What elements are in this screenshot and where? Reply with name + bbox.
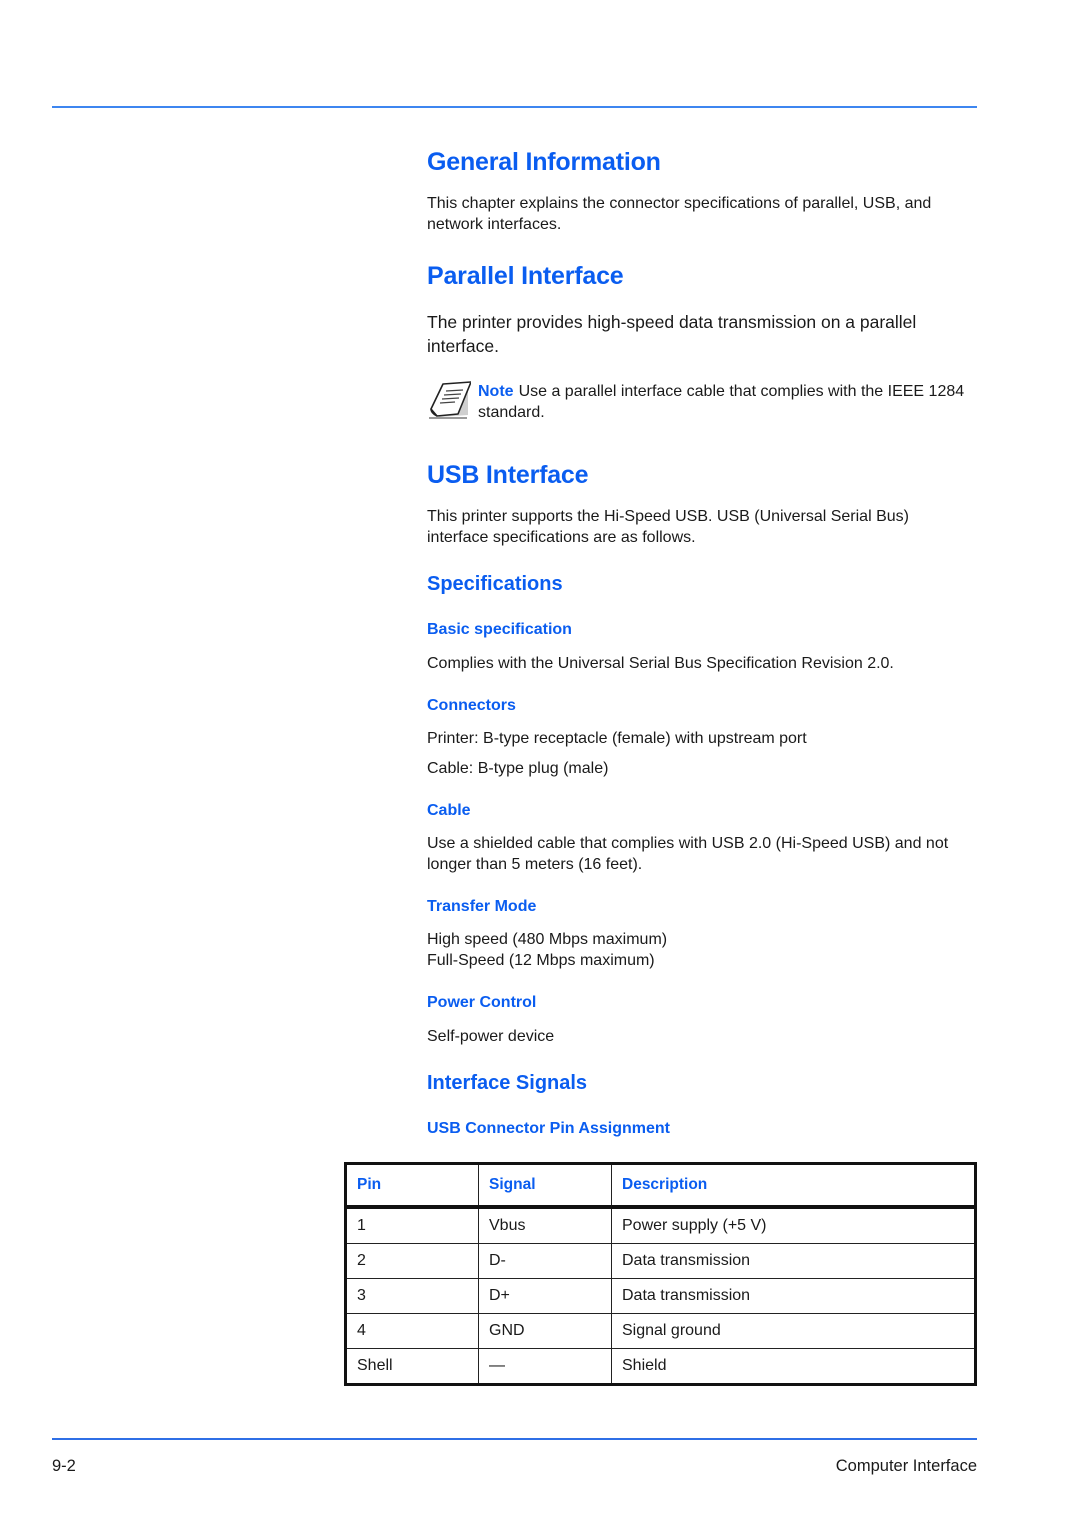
cell-description: Signal ground bbox=[611, 1313, 976, 1349]
cell-description: Power supply (+5 V) bbox=[611, 1206, 976, 1244]
cell-pin: 1 bbox=[345, 1206, 479, 1244]
footer-rule bbox=[52, 1438, 977, 1440]
table-row: 1 Vbus Power supply (+5 V) bbox=[345, 1206, 976, 1244]
cell-pin: Shell bbox=[345, 1348, 479, 1385]
cell-signal: GND bbox=[478, 1313, 612, 1349]
heading-usb-interface: USB Interface bbox=[427, 461, 589, 489]
heading-parallel-interface: Parallel Interface bbox=[427, 262, 624, 290]
note-text: Note Use a parallel interface cable that … bbox=[478, 381, 978, 423]
cell-description: Shield bbox=[611, 1348, 976, 1385]
basic-specification-body: Complies with the Universal Serial Bus S… bbox=[427, 655, 894, 672]
connectors-printer: Printer: B-type receptacle (female) with… bbox=[427, 730, 807, 747]
transfer-mode-high-speed: High speed (480 Mbps maximum) bbox=[427, 931, 668, 948]
heading-specifications: Specifications bbox=[427, 573, 563, 595]
cell-signal: — bbox=[478, 1348, 612, 1385]
heading-power-control: Power Control bbox=[427, 994, 537, 1011]
heading-connectors: Connectors bbox=[427, 697, 516, 714]
heading-general-information: General Information bbox=[427, 148, 661, 176]
power-control-body: Self-power device bbox=[427, 1028, 555, 1045]
note-paper-icon bbox=[427, 379, 472, 421]
chapter-title: Computer Interface bbox=[835, 1457, 977, 1475]
cell-signal: D- bbox=[478, 1243, 612, 1279]
note-body: Use a parallel interface cable that comp… bbox=[478, 383, 965, 421]
heading-basic-specification: Basic specification bbox=[427, 621, 572, 638]
cable-body: Use a shielded cable that complies with … bbox=[427, 835, 949, 873]
cell-description: Data transmission bbox=[611, 1243, 976, 1279]
table-header-row: Pin Signal Description bbox=[345, 1163, 976, 1209]
cell-signal: D+ bbox=[478, 1278, 612, 1314]
heading-transfer-mode: Transfer Mode bbox=[427, 898, 537, 915]
header-rule bbox=[52, 106, 977, 108]
usb-interface-body: This printer supports the Hi-Speed USB. … bbox=[427, 508, 909, 546]
heading-interface-signals: Interface Signals bbox=[427, 1072, 588, 1094]
column-header-signal: Signal bbox=[478, 1163, 612, 1209]
note-label: Note bbox=[478, 383, 514, 400]
page-number: 9-2 bbox=[52, 1457, 76, 1475]
cell-signal: Vbus bbox=[478, 1206, 612, 1244]
usb-pin-assignment-table: Pin Signal Description 1 Vbus Power supp… bbox=[344, 1162, 977, 1386]
table-row: 2 D- Data transmission bbox=[345, 1243, 976, 1279]
cell-pin: 2 bbox=[345, 1243, 479, 1279]
table-row: Shell — Shield bbox=[345, 1348, 976, 1385]
general-information-body: This chapter explains the connector spec… bbox=[427, 195, 932, 233]
parallel-interface-body: The printer provides high-speed data tra… bbox=[427, 312, 917, 356]
cell-pin: 3 bbox=[345, 1278, 479, 1314]
cell-description: Data transmission bbox=[611, 1278, 976, 1314]
transfer-mode-full-speed: Full-Speed (12 Mbps maximum) bbox=[427, 952, 655, 969]
cell-pin: 4 bbox=[345, 1313, 479, 1349]
heading-cable: Cable bbox=[427, 802, 471, 819]
heading-usb-pin-assignment: USB Connector Pin Assignment bbox=[427, 1120, 670, 1137]
column-header-pin: Pin bbox=[345, 1163, 479, 1209]
connectors-cable: Cable: B-type plug (male) bbox=[427, 760, 609, 777]
table-row: 4 GND Signal ground bbox=[345, 1313, 976, 1349]
table-row: 3 D+ Data transmission bbox=[345, 1278, 976, 1314]
column-header-description: Description bbox=[611, 1163, 976, 1209]
